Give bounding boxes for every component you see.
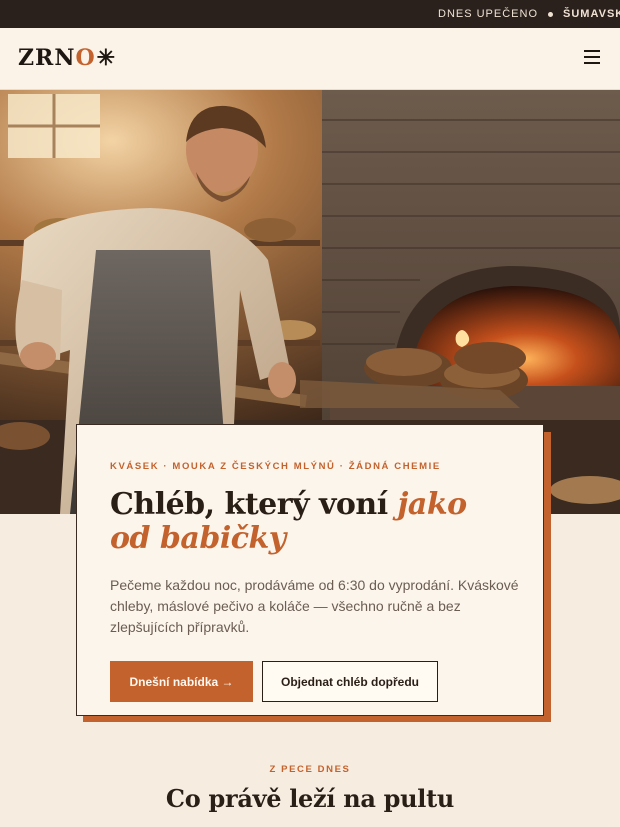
hero-headline: Chléb, který voní jako od babičky (110, 488, 510, 556)
hero-card: KVÁSEK · MOUKA Z ČESKÝCH MLÝNŮ · ŽÁDNÁ C… (76, 424, 544, 716)
preorder-bread-button[interactable]: Objednat chléb dopředu (262, 661, 438, 702)
logo[interactable]: ZRN O ✳ (18, 45, 116, 71)
hamburger-menu-icon[interactable] (584, 48, 602, 64)
logo-accent-letter: O (75, 45, 96, 71)
site-header: ZRN O ✳ (0, 28, 620, 90)
announcement-ticker: DNES UPEČENO ŠUMAVSKÝ K (0, 0, 620, 28)
asterisk-sun-icon: ✳ (96, 45, 117, 71)
todays-offer-button[interactable]: Dnešní nabídka → (110, 661, 253, 702)
hero-eyebrow: KVÁSEK · MOUKA Z ČESKÝCH MLÝNŮ · ŽÁDNÁ C… (110, 461, 441, 472)
headline-main: Chléb, který voní (110, 487, 398, 522)
hero-actions: Dnešní nabídka → Objednat chléb dopředu (110, 661, 510, 702)
bullet-separator-icon (548, 11, 554, 17)
ticker-item: ŠUMAVSKÝ K (563, 8, 620, 20)
section-title: Co právě leží na pultu (165, 784, 455, 813)
hero-lead: Pečeme každou noc, prodáváme od 6:30 do … (110, 577, 519, 635)
ticker-item: DNES UPEČENO (438, 8, 539, 20)
logo-text: ZRN (18, 45, 76, 71)
ticker-track: DNES UPEČENO ŠUMAVSKÝ K (438, 0, 620, 28)
section-eyebrow: Z PECE DNES (269, 764, 351, 775)
